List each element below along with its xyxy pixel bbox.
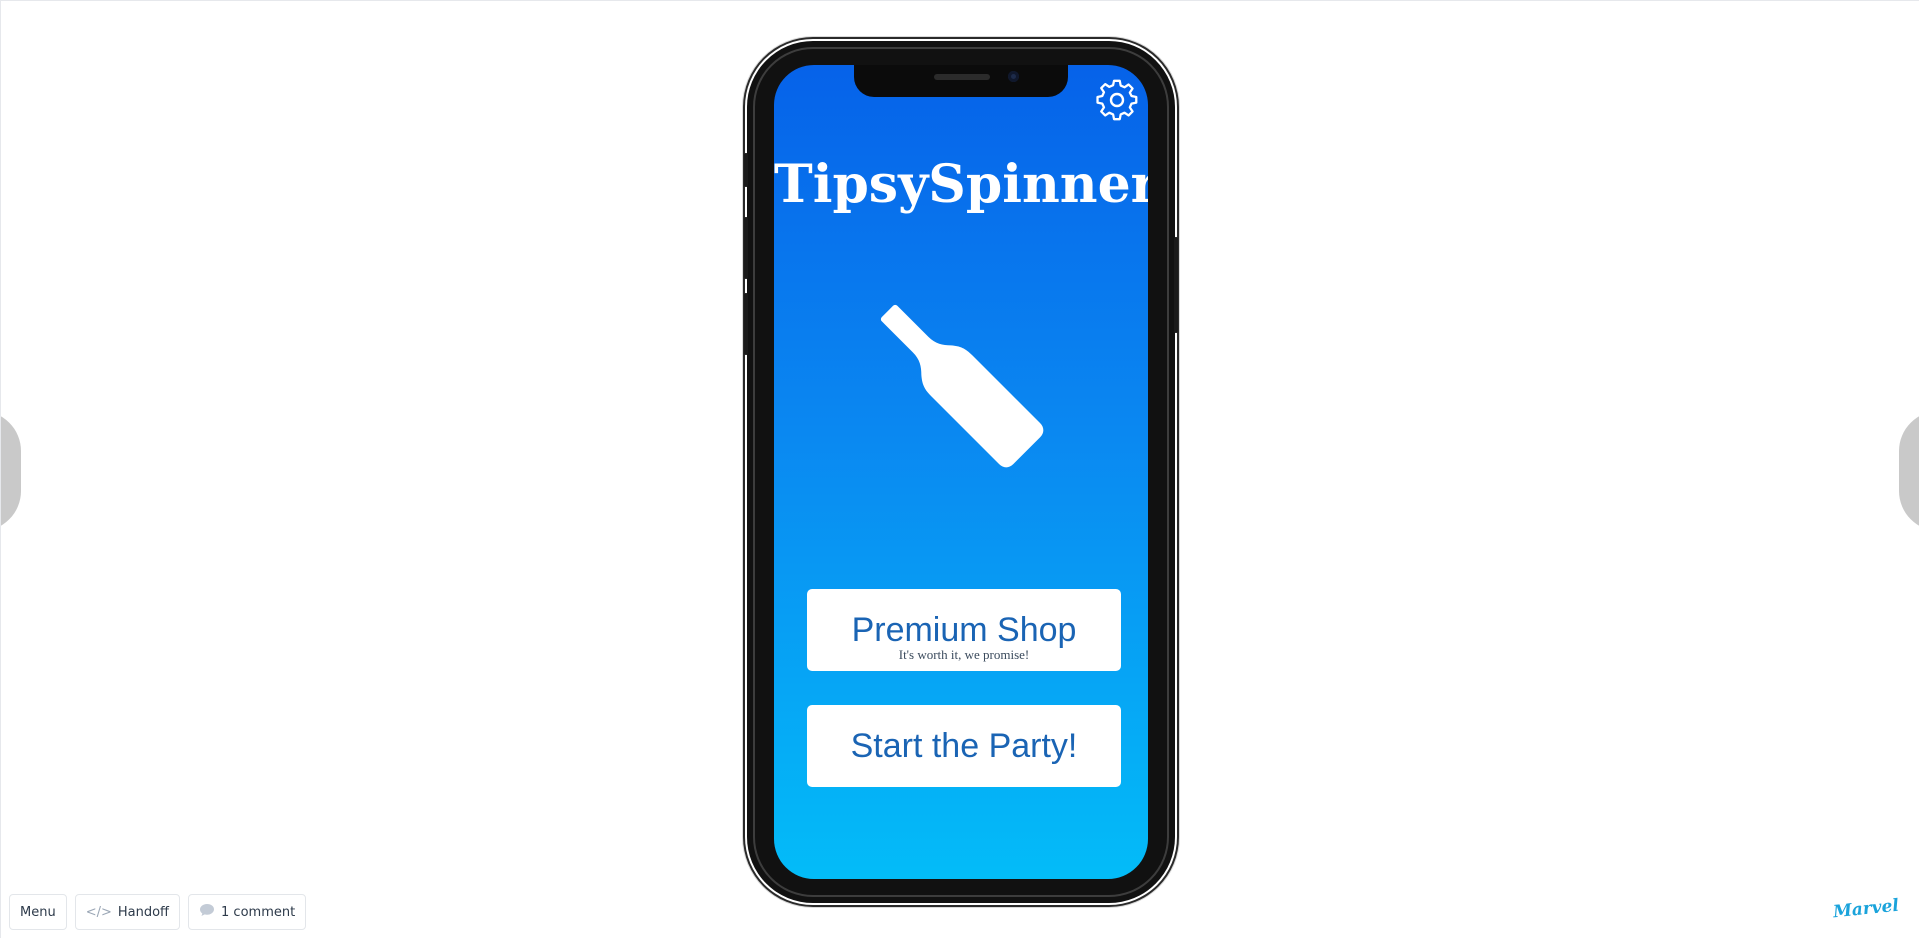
- volume-down-button: [744, 293, 748, 355]
- comment-bubble-icon: [199, 903, 215, 921]
- comments-label: 1 comment: [221, 904, 296, 920]
- front-camera: [1008, 71, 1019, 82]
- settings-gear-icon[interactable]: [1096, 79, 1138, 121]
- marvel-logo[interactable]: Marvel: [1832, 896, 1900, 923]
- next-screen-button[interactable]: [1899, 411, 1919, 531]
- menu-label: Menu: [20, 904, 56, 920]
- prototype-toolbar: Menu </> Handoff 1 comment: [9, 894, 307, 930]
- app-screen: TipsySpinner Premium Shop It's worth it,…: [774, 65, 1148, 879]
- previous-screen-button[interactable]: [1, 411, 21, 531]
- handoff-button[interactable]: </> Handoff: [74, 894, 181, 930]
- app-title: TipsySpinner: [774, 154, 1148, 215]
- handoff-label: Handoff: [117, 904, 170, 920]
- phone-notch: [854, 65, 1068, 97]
- phone-mockup: TipsySpinner Premium Shop It's worth it,…: [744, 41, 1178, 903]
- premium-shop-sublabel: It's worth it, we promise!: [898, 647, 1030, 662]
- start-party-label: Start the Party!: [850, 727, 1078, 765]
- code-icon: </>: [85, 904, 112, 920]
- comments-button[interactable]: 1 comment: [188, 894, 307, 930]
- premium-shop-button[interactable]: Premium Shop It's worth it, we promise!: [807, 589, 1121, 671]
- silent-switch: [744, 153, 748, 187]
- start-party-button[interactable]: Start the Party!: [807, 705, 1121, 787]
- menu-button[interactable]: Menu: [9, 894, 67, 930]
- bottle-icon[interactable]: [856, 275, 1056, 485]
- volume-up-button: [744, 217, 748, 279]
- speaker-grille: [934, 74, 990, 80]
- prototype-viewer: TipsySpinner Premium Shop It's worth it,…: [0, 0, 1919, 938]
- power-button: [1174, 237, 1178, 333]
- premium-shop-label: Premium Shop: [851, 611, 1077, 649]
